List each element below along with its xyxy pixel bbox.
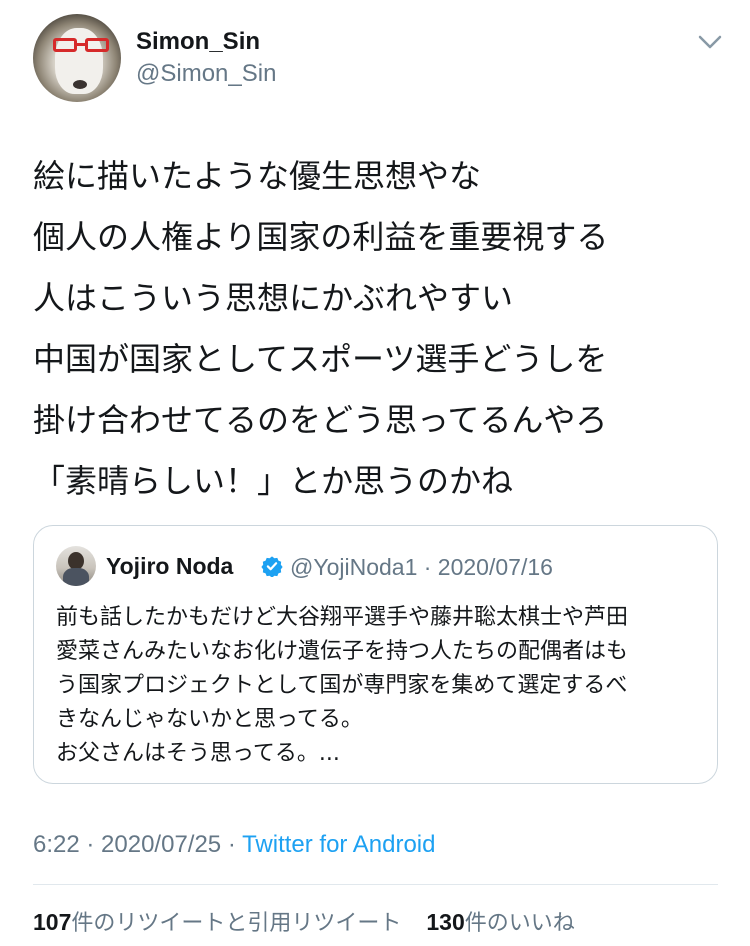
retweets-count: 107 xyxy=(33,909,72,935)
quoted-line: お父さんはそう思ってる。... xyxy=(56,741,340,766)
tweet-line: 中国が国家としてスポーツ選手どうしを xyxy=(33,340,608,378)
likes-stat[interactable]: 130件のいいね xyxy=(426,909,575,936)
tweet-text: 絵に描いたような優生思想やな 個人の人権より国家の利益を重要視する 人はこういう… xyxy=(33,146,723,512)
quoted-line: う国家プロジェクトとして国が専門家を集めて選定するべ xyxy=(56,673,628,698)
quoted-user-name: Yojiro Noda xyxy=(106,553,234,579)
chevron-down-icon[interactable] xyxy=(697,32,723,52)
divider xyxy=(33,884,718,885)
retweets-stat[interactable]: 107件のリツイートと引用リツイート xyxy=(33,909,402,936)
tweet-header: Simon_Sin @Simon_Sin xyxy=(33,14,723,104)
engagement-stats: 107件のリツイートと引用リツイート 130件のいいね xyxy=(33,905,593,937)
user-name[interactable]: Simon_Sin xyxy=(136,28,260,56)
likes-label: 件のいいね xyxy=(464,911,575,936)
quoted-line: 愛菜さんみたいなお化け遺伝子を持つ人たちの配偶者はも xyxy=(56,639,629,664)
quoted-meta: @YojiNoda1 · 2020/07/16 xyxy=(290,554,553,580)
red-glasses xyxy=(53,38,111,54)
quoted-line: 前も話したかもだけど大谷翔平選手や藤井聡太棋士や芦田 xyxy=(56,605,629,630)
retweets-label: 件のリツイートと引用リツイート xyxy=(71,911,402,936)
tweet-line: 絵に描いたような優生思想やな xyxy=(33,157,482,195)
verified-badge-icon xyxy=(261,556,283,577)
tweet-line: 掛け合わせてるのをどう思ってるんやろ xyxy=(33,401,608,439)
quoted-text: 前も話したかもだけど大谷翔平選手や藤井聡太棋士や芦田 愛菜さんみたいなお化け遺伝… xyxy=(56,601,701,771)
likes-count: 130 xyxy=(426,909,465,935)
tweet-timestamp: 6:22 · 2020/07/25 · Twitter for Android xyxy=(33,831,435,859)
tweet-line: 個人の人権より国家の利益を重要視する xyxy=(33,218,609,256)
quoted-tweet-card[interactable]: Yojiro Noda @YojiNoda1 · 2020/07/16 前も話し… xyxy=(33,525,718,784)
timestamp-text: 6:22 · 2020/07/25 · xyxy=(33,831,243,858)
tweet-line: 「素晴らしい！」とか思うのかね xyxy=(33,462,514,500)
source-link[interactable]: Twitter for Android xyxy=(242,831,435,858)
dog-nose xyxy=(73,80,87,89)
quoted-user-avatar xyxy=(56,546,96,586)
user-handle[interactable]: @Simon_Sin xyxy=(136,60,276,88)
avatar[interactable] xyxy=(33,14,121,102)
quoted-line: きなんじゃないかと思ってる。 xyxy=(56,707,363,732)
tweet-line: 人はこういう思想にかぶれやすい xyxy=(33,279,514,317)
